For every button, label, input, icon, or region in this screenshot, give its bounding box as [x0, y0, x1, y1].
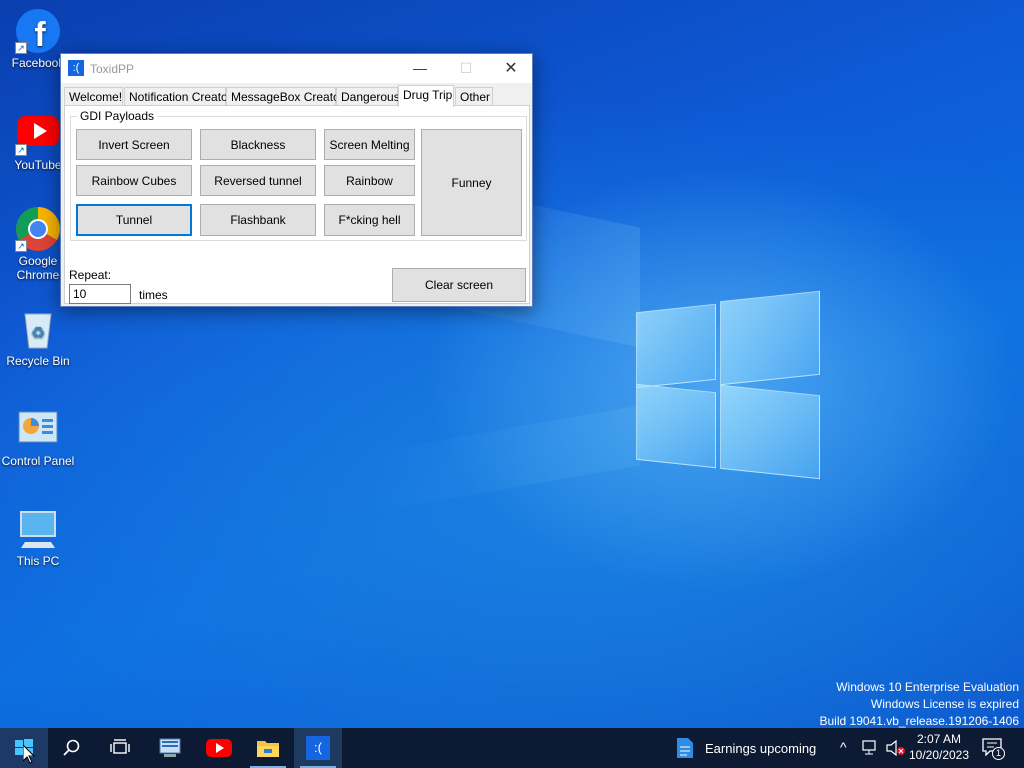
wallpaper-windows-logo — [636, 290, 822, 480]
taskbar-toxidpp[interactable]: :( — [294, 728, 342, 768]
tunnel-button[interactable]: Tunnel — [76, 204, 192, 236]
news-text: Earnings upcoming — [705, 741, 817, 756]
desktop-icon-control-panel[interactable]: Control Panel — [0, 406, 76, 468]
desktop-icon-recycle-bin[interactable]: ♻ Recycle Bin — [0, 306, 76, 368]
clear-screen-button[interactable]: Clear screen — [392, 268, 526, 302]
chrome-icon: ↗ — [15, 206, 61, 252]
desktop-icon-label: Control Panel — [1, 454, 75, 468]
shortcut-arrow-icon: ↗ — [15, 42, 27, 54]
recycle-bin-icon: ♻ — [15, 306, 61, 352]
tab-drug-trip[interactable]: Drug Trip — [398, 85, 454, 107]
action-center-button[interactable]: 1 — [982, 738, 1006, 760]
minimize-button[interactable]: — — [397, 54, 443, 83]
desktop-icon-label: Recycle Bin — [6, 354, 70, 368]
reversed-tunnel-button[interactable]: Reversed tunnel — [200, 165, 316, 196]
windows-evaluation-watermark: Windows 10 Enterprise Evaluation Windows… — [820, 679, 1020, 730]
taskbar-youtube[interactable] — [195, 728, 243, 768]
facebook-icon: f ↗ — [15, 8, 61, 54]
task-view-icon — [110, 739, 130, 754]
close-button[interactable]: ✕ — [488, 54, 534, 83]
maximize-button[interactable]: ☐ — [443, 54, 489, 83]
wallpaper-light-beam — [360, 405, 640, 515]
toxidpp-app-icon: :( — [68, 60, 84, 76]
rainbow-cubes-button[interactable]: Rainbow Cubes — [76, 165, 192, 196]
shortcut-arrow-icon: ↗ — [15, 240, 27, 252]
funney-button[interactable]: Funney — [421, 129, 522, 236]
drug-trip-tab-page: GDI Payloads Invert Screen Blackness Scr… — [64, 105, 530, 304]
clock[interactable]: 2:07 AM 10/20/2023 — [906, 731, 972, 763]
network-app-icon — [159, 738, 181, 757]
window-titlebar[interactable]: :( ToxidPP — ☐ ✕ — [61, 54, 532, 83]
this-pc-icon — [15, 506, 61, 552]
news-icon — [677, 738, 693, 758]
desktop-icon-label: This PC — [16, 554, 60, 568]
youtube-icon — [206, 739, 232, 757]
window-title: ToxidPP — [90, 62, 135, 76]
search-icon — [63, 739, 80, 756]
repeat-count-input[interactable] — [69, 284, 131, 304]
gdi-payloads-group: GDI Payloads Invert Screen Blackness Scr… — [70, 109, 527, 241]
taskbar-network-app[interactable] — [146, 728, 194, 768]
svg-text:f: f — [34, 16, 46, 54]
taskbar: :( Earnings upcoming ^ 2:07 AM 10/20/202… — [0, 728, 1024, 768]
blackness-button[interactable]: Blackness — [200, 129, 316, 160]
file-explorer-icon — [257, 741, 279, 757]
tab-notification-creator[interactable]: Notification Creator — [124, 87, 232, 106]
screen-melting-button[interactable]: Screen Melting — [324, 129, 415, 160]
desktop-icon-label: YouTube — [14, 158, 62, 172]
notification-count-badge: 1 — [992, 747, 1005, 760]
mouse-cursor-icon — [23, 745, 35, 764]
group-title: GDI Payloads — [77, 109, 158, 123]
watermark-line: Windows 10 Enterprise Evaluation — [836, 680, 1019, 694]
desktop-icon-this-pc[interactable]: This PC — [0, 506, 76, 568]
rainbow-button[interactable]: Rainbow — [324, 165, 415, 196]
tab-welcome[interactable]: Welcome! — [64, 87, 123, 106]
volume-muted-icon[interactable] — [886, 740, 906, 756]
taskbar-file-explorer[interactable] — [244, 728, 292, 768]
task-view-button[interactable] — [96, 728, 144, 768]
svg-text:♻: ♻ — [31, 323, 45, 342]
control-panel-icon — [15, 406, 61, 452]
toxidpp-icon: :( — [306, 736, 330, 760]
flashbank-button[interactable]: Flashbank — [200, 204, 316, 236]
toxidpp-window: :( ToxidPP — ☐ ✕ Welcome! Notification C… — [60, 53, 533, 307]
tab-dangerous[interactable]: Dangerous — [336, 87, 400, 106]
shortcut-arrow-icon: ↗ — [15, 144, 27, 156]
search-button[interactable] — [48, 728, 96, 768]
youtube-icon: ↗ — [15, 110, 61, 156]
news-widget[interactable]: Earnings upcoming — [672, 728, 832, 768]
desktop-icon-label: Google Chrome — [16, 254, 60, 282]
clock-date: 10/20/2023 — [908, 748, 970, 762]
tab-other[interactable]: Other — [455, 87, 493, 106]
watermark-line: Windows License is expired — [870, 697, 1019, 711]
clock-time: 2:07 AM — [916, 732, 962, 746]
invert-screen-button[interactable]: Invert Screen — [76, 129, 192, 160]
repeat-label: Repeat: — [69, 268, 112, 282]
show-hidden-icons-chevron[interactable]: ^ — [840, 739, 847, 755]
tab-messagebox-creator[interactable]: MessageBox Creator — [226, 87, 344, 106]
network-icon[interactable] — [862, 740, 880, 756]
desktop-icon-label: Facebook — [11, 56, 65, 70]
fcking-hell-button[interactable]: F*cking hell — [324, 204, 415, 236]
times-label: times — [139, 288, 168, 302]
